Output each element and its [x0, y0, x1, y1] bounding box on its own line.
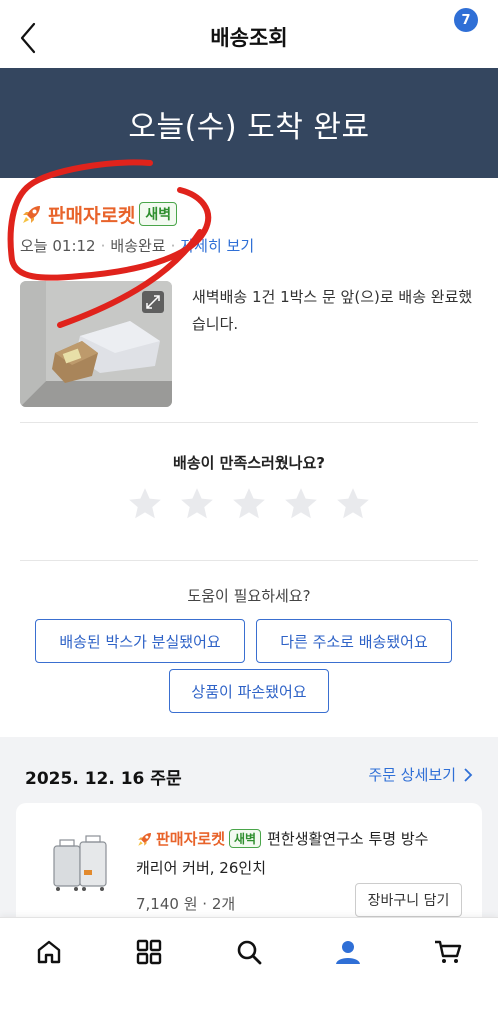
nav-cart[interactable]: [428, 932, 468, 972]
separator-dot: ·: [170, 236, 176, 255]
order-item-card[interactable]: 판매자로켓 새벽 편한생활연구소 투명 방수 캐리어 커버, 26인치 7,14…: [16, 803, 482, 933]
star-rating: [126, 485, 372, 523]
product-title-line: 판매자로켓 새벽 편한생활연구소 투명 방수: [136, 828, 428, 849]
star-icon[interactable]: [126, 485, 164, 523]
cart-count-badge: 7: [454, 8, 478, 32]
seller-row: 판매자로켓 새벽: [20, 200, 178, 228]
delivery-status: 배송완료: [110, 237, 166, 255]
item-dawn-badge: 새벽: [229, 829, 262, 848]
my-account-icon: [336, 941, 360, 964]
order-detail-label: 주문 상세보기: [368, 766, 456, 784]
add-to-cart-button[interactable]: 장바구니 담기: [355, 883, 462, 917]
detail-link[interactable]: 자세히 보기: [180, 235, 254, 256]
category-icon: [136, 939, 162, 965]
cart-icon: [435, 940, 462, 963]
banner-status-text: 오늘(수) 도착 완료: [128, 110, 370, 145]
product-name-line1: 편한생활연구소 투명 방수: [267, 830, 429, 848]
divider: [20, 422, 478, 423]
damaged-item-button[interactable]: 상품이 파손됐어요: [169, 669, 329, 713]
search-icon: [237, 940, 262, 965]
delivery-status-row: 오늘 01:12 · 배송완료 · 자세히 보기: [20, 235, 254, 256]
product-image: [53, 835, 107, 891]
order-date: 2025. 12. 16 주문: [25, 769, 182, 789]
star-icon[interactable]: [230, 485, 268, 523]
dawn-delivery-badge: 새벽: [139, 202, 178, 226]
star-icon[interactable]: [334, 485, 372, 523]
star-icon[interactable]: [282, 485, 320, 523]
top-bar: 배송조회: [0, 0, 498, 68]
rating-question: 배송이 만족스러웠나요?: [173, 454, 325, 472]
lost-box-button[interactable]: 배송된 박스가 분실됐어요: [35, 619, 245, 663]
expand-icon[interactable]: [142, 291, 164, 313]
star-icon[interactable]: [178, 485, 216, 523]
order-detail-link[interactable]: 주문 상세보기: [368, 764, 474, 785]
delivery-status-banner: 오늘(수) 도착 완료: [0, 68, 498, 178]
item-seller-name: 판매자로켓: [156, 830, 226, 848]
nav-my-account[interactable]: [328, 932, 368, 972]
delivery-message: 새벽배송 1건 1박스 문 앞(으)로 배송 완료했습니다.: [192, 288, 473, 333]
rocket-icon: [138, 832, 151, 846]
delivery-time: 오늘 01:12: [20, 237, 96, 255]
rocket-icon: [23, 206, 40, 223]
help-question: 도움이 필요하세요?: [187, 587, 311, 605]
separator-dot: ·: [100, 236, 106, 255]
delivery-photo[interactable]: [20, 281, 172, 407]
home-icon: [37, 940, 61, 964]
wrong-address-button[interactable]: 다른 주소로 배송됐어요: [256, 619, 452, 663]
nav-category[interactable]: [129, 932, 169, 972]
seller-name: 판매자로켓: [48, 204, 136, 227]
bottom-nav: [0, 917, 498, 1024]
nav-search[interactable]: [229, 932, 269, 972]
product-name-line2: 캐리어 커버, 26인치: [136, 859, 266, 877]
divider: [20, 560, 478, 561]
chevron-right-icon: [464, 767, 473, 782]
nav-home[interactable]: [29, 932, 69, 972]
page-title: 배송조회: [210, 26, 288, 50]
product-price: 7,140 원 · 2개: [136, 895, 236, 913]
